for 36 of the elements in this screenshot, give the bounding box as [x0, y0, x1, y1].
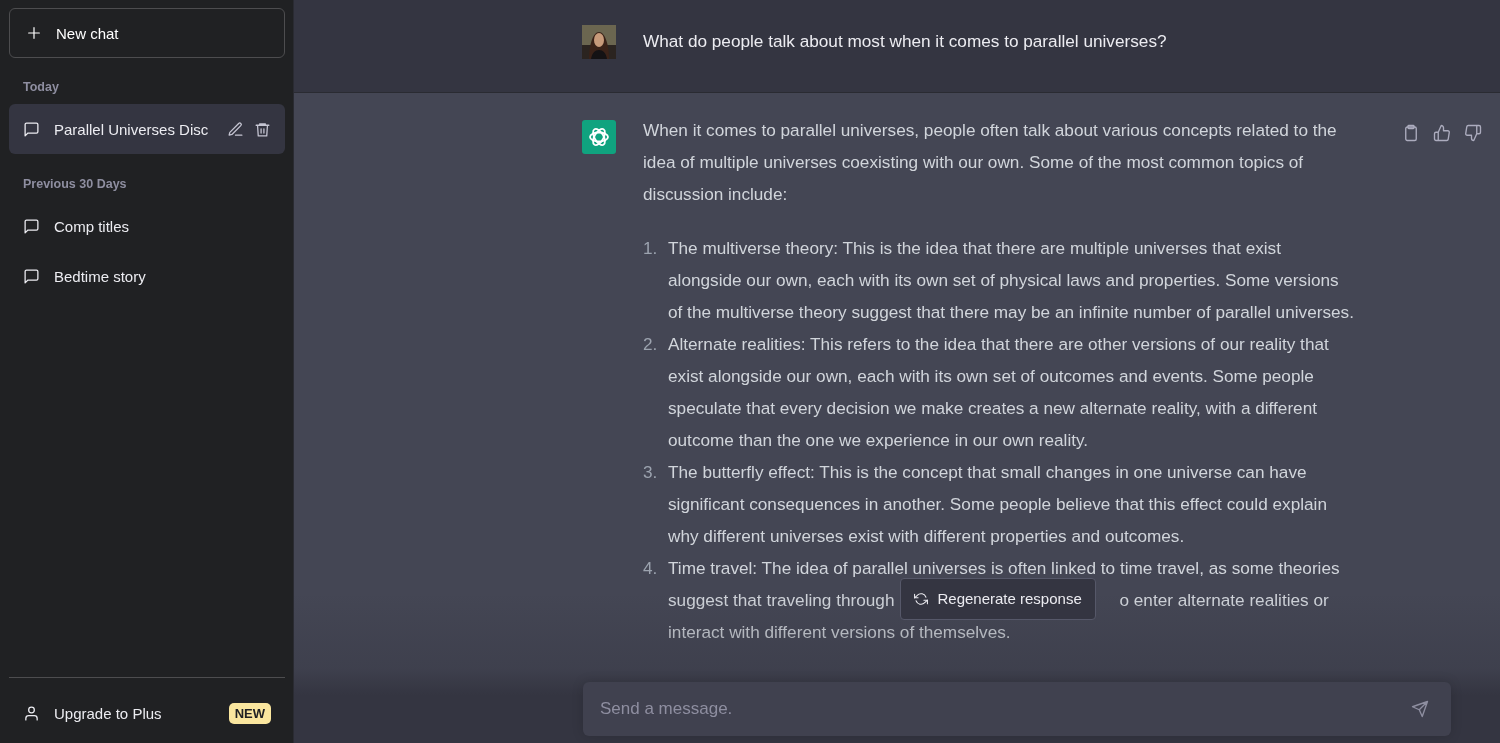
section-heading: Previous 30 Days — [22, 177, 128, 191]
chat-bubble-icon — [23, 120, 40, 138]
thumbs-down-icon[interactable] — [1464, 124, 1482, 142]
logo-icon — [582, 120, 616, 154]
list-item-text: Alternate realities: This refers to the idea that there are other versions of our reality that exist alongside our own, each with its own set of outcomes and events. Some people speculate that every decision we make creates a new alternate reality, with a different outcome than the one we experience in our own reality. — [668, 333, 1330, 452]
regenerate-button[interactable]: Regenerate response — [900, 578, 1096, 620]
list-item-text: The butterfly effect: This is the concept that small changes in one universe can have significant consequences in another. Some people believe that this effect could explain why different universes exist with different properties and outcomes. — [668, 461, 1328, 548]
upgrade-menu-item[interactable]: Upgrade to Plus NEW — [9, 686, 285, 740]
new-badge: NEW — [228, 702, 271, 724]
message-field[interactable]: Send a message. — [583, 682, 1451, 736]
thumbs-up-icon[interactable] — [1433, 124, 1451, 142]
send-icon[interactable] — [1411, 700, 1429, 718]
list-item-text: Time travel: The idea of parallel universes is often linked to time travel, as some theories — [668, 558, 1340, 578]
list-number: 1. — [643, 237, 659, 260]
list-item-text: interact with different versions of themselves. — [668, 622, 1011, 642]
response-paragraph: When it comes to parallel universes, people often talk about various concepts related to the idea of multiple universes coexisting with our own. Some of the most common topics of discussion include: — [643, 119, 1338, 206]
list-item-text: The multiverse theory: This is the idea that there are multiple universes that exist alongside our own, each with its own set of physical laws and properties. Some versions of the multiverse theory suggest that there may be an infinite number of parallel universes. — [668, 237, 1355, 324]
chat-history-item[interactable]: Parallel Universes Disc — [9, 104, 285, 154]
list-item-text: o enter alternate realities or — [1119, 590, 1329, 610]
user-icon — [23, 704, 40, 722]
user-message: What do people talk about most when it comes to parallel universes? — [643, 30, 1168, 53]
pencil-icon[interactable] — [227, 120, 244, 138]
list-item-text: suggest that traveling through — [668, 590, 895, 610]
clipboard-icon[interactable] — [1402, 124, 1420, 142]
chat-history-item[interactable]: Bedtime story — [9, 251, 285, 301]
chat-bubble-icon — [23, 267, 40, 285]
list-number: 4. — [643, 557, 659, 580]
refresh-icon — [914, 592, 929, 606]
section-heading: Today — [22, 80, 60, 94]
new-chat-button[interactable]: New chat — [9, 8, 285, 58]
list-number: 3. — [643, 461, 659, 484]
trash-icon[interactable] — [254, 120, 271, 138]
chat-bubble-icon — [23, 217, 40, 235]
list-number: 2. — [643, 333, 659, 356]
chat-history-item[interactable]: Comp titles — [9, 201, 285, 251]
plus-icon — [26, 25, 42, 41]
